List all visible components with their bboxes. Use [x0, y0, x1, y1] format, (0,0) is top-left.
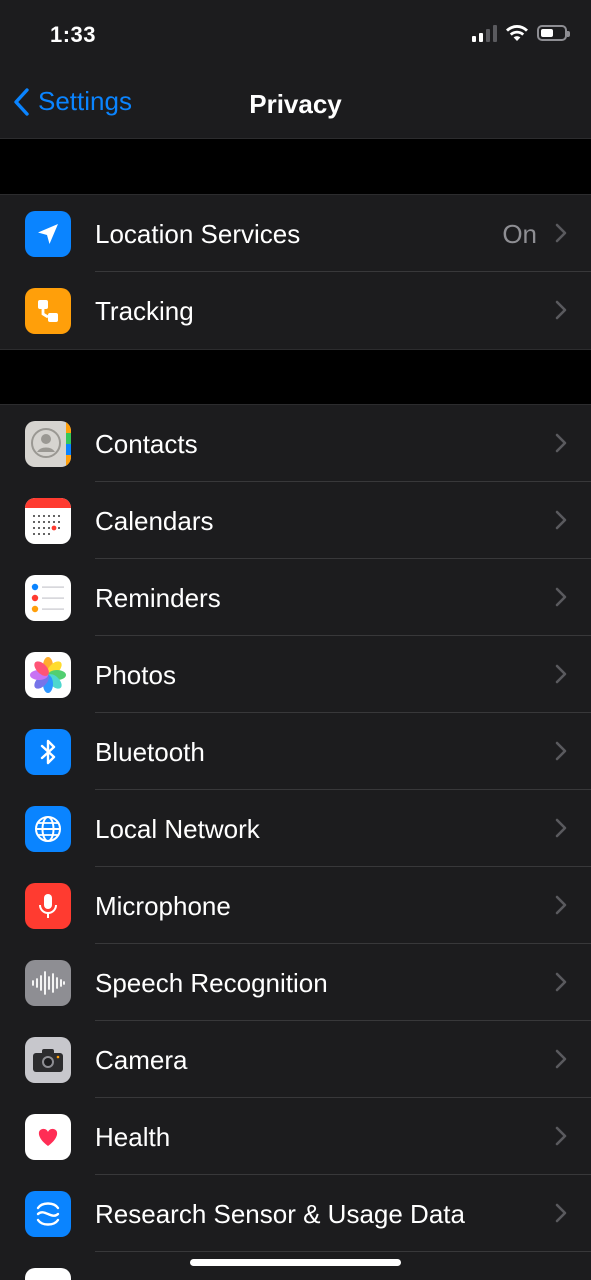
row-label: Contacts [95, 429, 198, 459]
row-value: On [502, 219, 537, 249]
photos-icon [25, 652, 71, 698]
tracking-icon [25, 288, 71, 334]
row-health[interactable]: Health [0, 1098, 591, 1175]
contacts-icon [25, 421, 71, 467]
row-label: Calendars [95, 506, 214, 536]
row-label: Research Sensor & Usage Data [95, 1199, 465, 1229]
home-indicator[interactable] [190, 1259, 401, 1266]
chevron-right-icon [555, 510, 567, 530]
privacy-screen: 1:33 Settings Privacy Location Services … [0, 0, 591, 1280]
chevron-right-icon [555, 587, 567, 607]
row-calendars[interactable]: Calendars [0, 482, 591, 559]
bluetooth-icon [25, 729, 71, 775]
battery-icon [537, 25, 570, 41]
chevron-right-icon [555, 223, 567, 243]
calendar-icon [25, 498, 71, 544]
heart-icon [25, 1114, 71, 1160]
row-camera[interactable]: Camera [0, 1021, 591, 1098]
chevron-right-icon [555, 818, 567, 838]
row-bluetooth[interactable]: Bluetooth [0, 713, 591, 790]
location-arrow-icon [25, 211, 71, 257]
row-photos[interactable]: Photos [0, 636, 591, 713]
chevron-right-icon [555, 1049, 567, 1069]
row-label: Speech Recognition [95, 968, 328, 998]
cellular-signal-icon [472, 24, 497, 42]
page-title: Privacy [249, 89, 342, 119]
chevron-right-icon [555, 1126, 567, 1146]
camera-icon [25, 1037, 71, 1083]
row-homekit[interactable] [0, 1252, 591, 1280]
row-reminders[interactable]: Reminders [0, 559, 591, 636]
homekit-icon [25, 1268, 71, 1280]
status-bar: 1:33 [0, 0, 591, 70]
row-microphone[interactable]: Microphone [0, 867, 591, 944]
waveform-icon [25, 960, 71, 1006]
tracking-group: Location Services On Tracking [0, 194, 591, 350]
row-speech-recognition[interactable]: Speech Recognition [0, 944, 591, 1021]
status-time: 1:33 [50, 22, 97, 47]
row-tracking[interactable]: Tracking [0, 272, 591, 349]
row-label: Tracking [95, 296, 194, 326]
chevron-right-icon [555, 895, 567, 915]
permissions-group: Contacts Calendars Reminders Photos Blue… [0, 404, 591, 1280]
row-label: Local Network [95, 814, 260, 844]
wifi-icon [506, 25, 528, 41]
row-label: Health [95, 1122, 171, 1152]
row-label: Microphone [95, 891, 231, 921]
row-location-services[interactable]: Location Services On [0, 195, 591, 272]
chevron-right-icon [555, 741, 567, 761]
chevron-right-icon [555, 1203, 567, 1223]
chevron-right-icon [555, 433, 567, 453]
row-label: Photos [95, 660, 176, 690]
status-icons [472, 24, 570, 42]
row-label: Reminders [95, 583, 221, 613]
research-icon [25, 1191, 71, 1237]
row-label: Camera [95, 1045, 188, 1075]
row-local-network[interactable]: Local Network [0, 790, 591, 867]
microphone-icon [25, 883, 71, 929]
navigation-bar: Settings Privacy [0, 70, 591, 139]
reminders-icon [25, 575, 71, 621]
row-label: Location Services [95, 219, 301, 249]
chevron-right-icon [555, 972, 567, 992]
chevron-right-icon [555, 300, 567, 320]
chevron-right-icon [555, 664, 567, 684]
row-research-sensor[interactable]: Research Sensor & Usage Data [0, 1175, 591, 1252]
row-contacts[interactable]: Contacts [0, 405, 591, 482]
globe-icon [25, 806, 71, 852]
row-label: Bluetooth [95, 737, 205, 767]
